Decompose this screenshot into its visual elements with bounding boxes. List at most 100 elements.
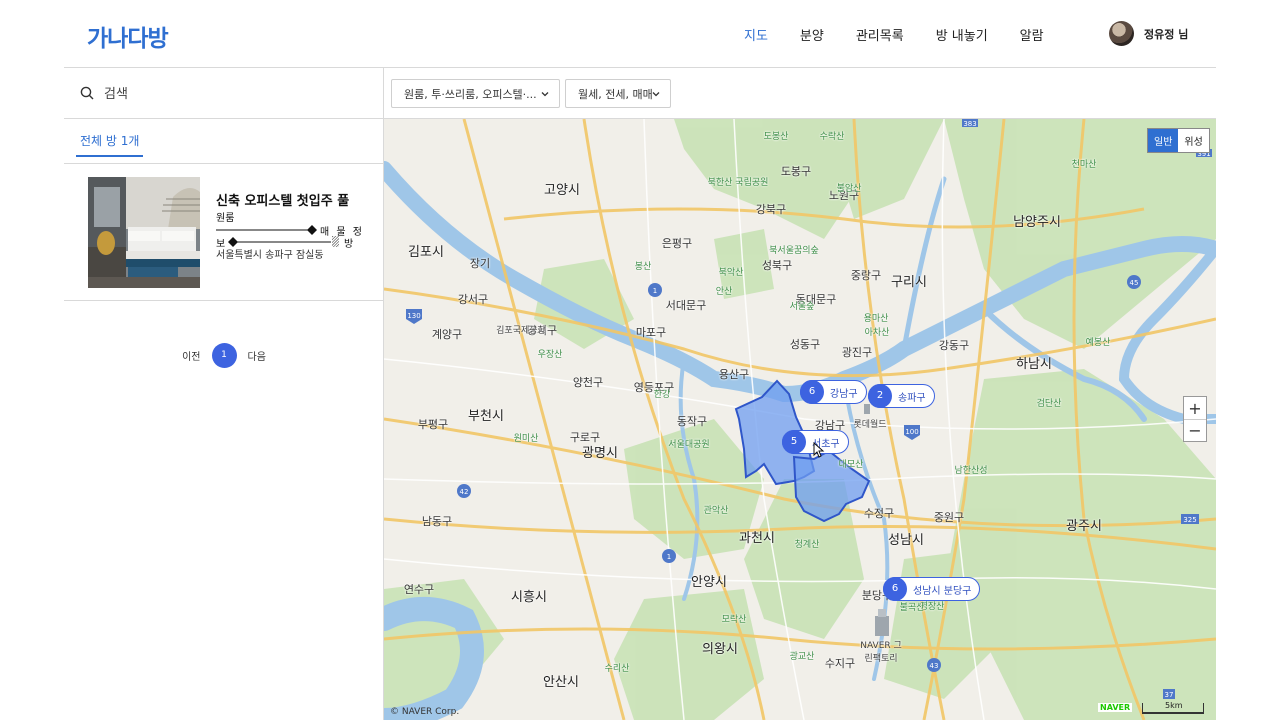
tab-all-rooms[interactable]: 전체 방 1개 <box>76 132 144 157</box>
map-label: 강북구 <box>755 203 787 216</box>
listing-title[interactable]: 신축 오피스텔 첫입주 풀 <box>216 190 349 209</box>
map-label: 은평구 <box>661 237 693 250</box>
listing-thumbnail[interactable] <box>88 177 200 288</box>
map-label: 관악산 <box>703 506 729 516</box>
map-label: 과천시 <box>739 531 775 546</box>
filter-bar: 원룸, 투·쓰리룸, 오피스텔·... 월세, 전세, 매매 <box>384 68 1216 119</box>
main-nav: 지도 분양 관리목록 방 내놓기 알람 <box>744 0 1076 68</box>
map-label: 검단산 <box>1036 399 1062 409</box>
route-shield: 130 <box>406 309 422 324</box>
zoom-in-button[interactable]: + <box>1184 397 1206 419</box>
map-label: 시흥시 <box>511 590 547 605</box>
map-label: 부평구 <box>417 418 449 431</box>
search-input[interactable] <box>104 82 364 106</box>
map-label: 김포국제공항 <box>496 326 546 336</box>
nav-map[interactable]: 지도 <box>744 25 768 44</box>
map-label: 강동구 <box>938 339 970 352</box>
map-label: 북한산 국립공원 <box>707 178 769 188</box>
svg-text:100: 100 <box>905 428 918 436</box>
zoom-out-button[interactable]: − <box>1184 419 1206 441</box>
map-label: 김포시 <box>408 245 444 260</box>
room-type-value: 원룸, 투·쓰리룸, 오피스텔·... <box>404 87 537 101</box>
map-label: 예봉산 <box>1085 338 1111 348</box>
cluster-name: 송파구 <box>898 392 926 404</box>
map-label: 성남시 <box>888 533 924 548</box>
next-page-button[interactable]: 다음 <box>248 348 266 363</box>
list-item[interactable]: 신축 오피스텔 첫입주 풀 원룸 매 물 정 보 방 서울특별시 송파구 잠실동 <box>64 164 384 301</box>
map-label: 광교산 <box>789 652 815 662</box>
map-label: 우장산 <box>537 350 563 360</box>
user-menu[interactable]: 정유정 님 <box>1109 21 1188 46</box>
map-view[interactable]: 130 100 1 42 1 43 45 325 37 383 391 고양시 … <box>384 119 1216 720</box>
lotte-tower-icon <box>864 404 870 414</box>
route-shield: 43 <box>927 658 941 672</box>
page-1-button[interactable]: 1 <box>211 342 237 368</box>
map-label: 북서울꿈의숲 <box>769 246 819 256</box>
map-label: 수정구 <box>863 507 895 520</box>
map-copyright[interactable]: © NAVER Corp. <box>390 707 459 717</box>
search-icon[interactable] <box>80 86 94 100</box>
map-label: 광진구 <box>841 346 873 359</box>
route-shield: 383 <box>962 119 978 128</box>
svg-text:1: 1 <box>653 287 657 295</box>
route-shield: 45 <box>1127 275 1141 289</box>
search-bar <box>64 68 384 119</box>
nav-manage-list[interactable]: 관리목록 <box>856 25 904 44</box>
nav-list-room[interactable]: 방 내놓기 <box>936 25 988 44</box>
map-scale-label: 5km <box>1165 701 1183 710</box>
map-label: 서대문구 <box>665 299 707 312</box>
map-scale: 5km <box>1142 701 1204 714</box>
logo[interactable]: 가나다방 <box>87 19 169 53</box>
map-label: 양천구 <box>572 376 604 389</box>
cluster-marker[interactable]: 6 성남시 분당구 <box>883 576 981 601</box>
map-type-satellite[interactable]: 위성 <box>1178 129 1208 152</box>
avatar[interactable] <box>1109 21 1134 46</box>
desc-text-2-end: 방 <box>344 239 354 250</box>
map-label: 광주시 <box>1066 519 1102 534</box>
naver-logo[interactable]: NAVER <box>1098 703 1133 712</box>
deal-type-dropdown[interactable]: 월세, 전세, 매매 <box>565 79 671 108</box>
svg-text:45: 45 <box>1130 279 1139 287</box>
map-label: 구로구 <box>569 431 601 444</box>
route-shield: 37 <box>1163 689 1175 699</box>
prev-page-button[interactable]: 이전 <box>182 348 200 363</box>
map-label: 봉산 <box>634 262 652 272</box>
map-label: 성동구 <box>789 338 821 351</box>
mouse-cursor-icon <box>813 442 825 458</box>
svg-text:43: 43 <box>930 662 939 670</box>
map-label: 롯데월드 <box>853 420 887 430</box>
map-label: 원미산 <box>513 434 539 444</box>
cluster-name: 성남시 분당구 <box>913 585 972 597</box>
map-label: 서울숲 <box>789 302 815 312</box>
map-type-normal[interactable]: 일반 <box>1148 129 1179 152</box>
map-label: 도봉산 <box>763 132 789 142</box>
nav-presale[interactable]: 분양 <box>800 25 824 44</box>
route-shield: 1 <box>648 283 662 297</box>
map-label: 용마산 <box>863 314 889 324</box>
map-canvas[interactable]: 130 100 1 42 1 43 45 325 37 383 391 <box>384 119 1216 720</box>
map-label: 하남시 <box>1016 357 1052 372</box>
nav-alarm[interactable]: 알람 <box>1020 25 1044 44</box>
map-label: 마포구 <box>635 326 667 339</box>
map-label: 한강 <box>653 390 671 400</box>
listing-room-type: 원룸 <box>216 213 235 224</box>
svg-text:130: 130 <box>407 312 420 320</box>
map-label: 모락산 <box>721 615 747 625</box>
app-frame: 가나다방 지도 분양 관리목록 방 내놓기 알람 정유정 님 전체 방 1개 <box>64 0 1216 720</box>
zoom-control: + − <box>1183 396 1207 442</box>
result-tabs: 전체 방 1개 <box>64 119 384 164</box>
map-label: 계양구 <box>431 328 463 341</box>
chevron-down-icon <box>541 92 549 97</box>
cluster-marker[interactable]: 2 송파구 <box>868 383 935 408</box>
route-shield: 325 <box>1181 514 1199 524</box>
map-label: 안산시 <box>543 675 579 690</box>
room-photo <box>88 177 200 288</box>
map-label: 중원구 <box>933 511 965 524</box>
user-name[interactable]: 정유정 님 <box>1144 26 1188 42</box>
cluster-marker[interactable]: 6 강남구 <box>800 379 867 404</box>
room-type-dropdown[interactable]: 원룸, 투·쓰리룸, 오피스텔·... <box>391 79 560 108</box>
map-label: 도봉구 <box>780 165 812 178</box>
svg-text:325: 325 <box>1183 516 1196 524</box>
cluster-name: 강남구 <box>830 388 858 400</box>
map-label: 남동구 <box>421 515 453 528</box>
